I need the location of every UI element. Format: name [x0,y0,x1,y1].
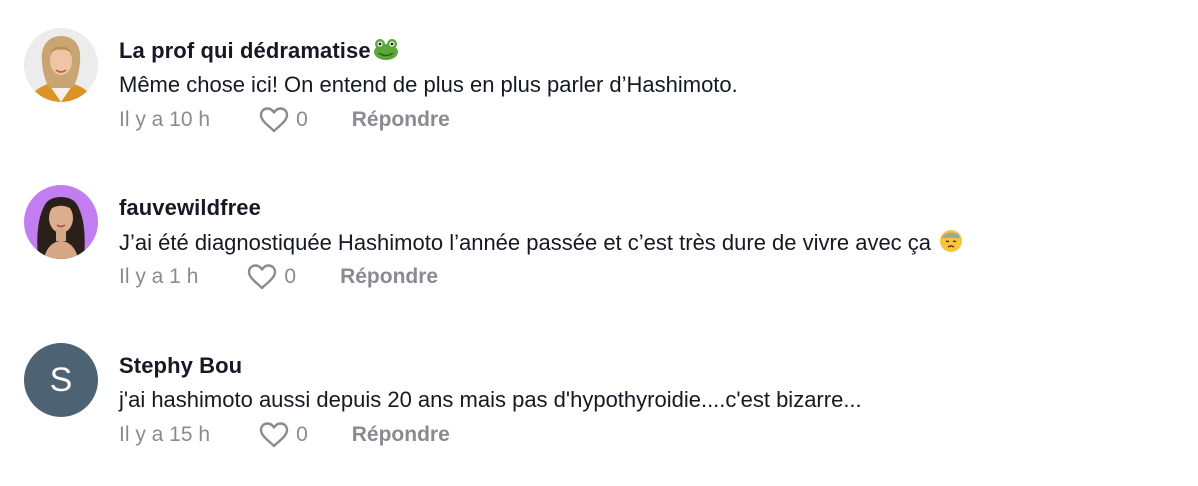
avatar-photo [24,28,98,102]
comment-timestamp: Il y a 15 h [119,423,211,446]
heart-outline-icon [248,264,277,290]
comment-text: j'ai hashimoto aussi depuis 20 ans mais … [119,387,862,412]
reply-button[interactable]: Répondre [352,423,450,447]
comment-username[interactable]: La prof qui dédramatise [119,38,399,66]
comment-timestamp: Il y a 10 h [119,108,211,131]
avatar[interactable]: S [24,343,98,417]
like-button[interactable]: 0 [246,263,296,291]
comment-username[interactable]: fauvewildfree [119,195,261,221]
comment-item: S Stephy Bou j'ai hashimoto aussi depuis… [0,315,1198,455]
like-button[interactable]: 0 [258,106,308,134]
comment-text: Même chose ici! On entend de plus en plu… [119,72,738,97]
like-count: 0 [284,265,297,288]
like-button[interactable]: 0 [258,421,308,449]
comment-item: La prof qui dédramatise Même chose ici! … [0,0,1198,140]
comment-meta: Il y a 15 h 0 Répondre [119,420,450,450]
reply-button[interactable]: Répondre [352,108,450,132]
heart-outline-icon [259,422,289,448]
comment-text: J’ai été diagnostiquée Hashimoto l’année… [119,229,963,259]
comment-meta: Il y a 1 h 0 Répondre [119,262,438,292]
comment-timestamp: Il y a 1 h [119,265,199,288]
frog-emoji-icon [373,38,399,66]
avatar-photo [24,185,98,259]
comment-username[interactable]: Stephy Bou [119,353,242,379]
like-count: 0 [296,108,308,131]
like-count: 0 [296,423,308,446]
comment-meta: Il y a 10 h 0 Répondre [119,105,450,135]
comment-item: fauvewildfree J’ai été diagnostiquée Has… [0,157,1198,297]
avatar-letter: S [49,360,73,399]
heart-outline-icon [259,107,289,133]
avatar[interactable] [24,185,98,259]
avatar[interactable] [24,28,98,102]
reply-button[interactable]: Répondre [340,265,438,289]
downcast-sweat-face-emoji-icon [939,229,963,259]
username-text: La prof qui dédramatise [119,38,371,63]
comment-text-content: J’ai été diagnostiquée Hashimoto l’année… [119,229,932,255]
